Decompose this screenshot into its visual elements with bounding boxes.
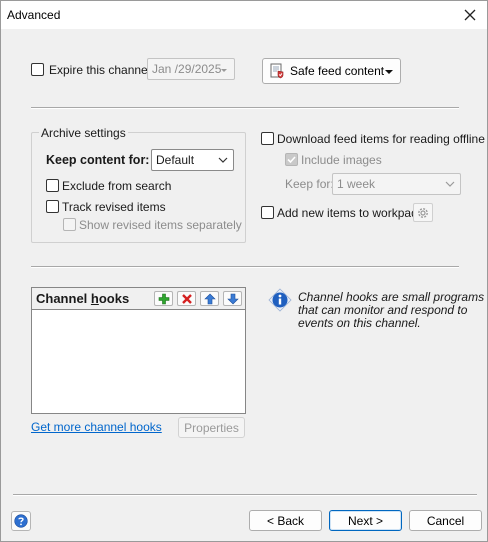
move-hook-down-button[interactable] xyxy=(223,291,242,306)
chevron-down-icon xyxy=(218,157,228,163)
properties-label: Properties xyxy=(184,420,239,435)
channel-hooks-title: Channel hooks xyxy=(36,291,130,306)
next-label: Next > xyxy=(347,513,383,528)
keep-for-value: 1 week xyxy=(337,177,376,191)
arrow-down-icon xyxy=(226,293,239,304)
help-button[interactable] xyxy=(11,511,31,531)
info-text-line3: events on this channel. xyxy=(298,316,421,330)
safe-feed-label: Safe feed content xyxy=(290,64,385,78)
keep-content-value: Default xyxy=(156,153,195,167)
workpads-settings-button[interactable] xyxy=(413,203,433,222)
keep-for-select[interactable]: 1 week xyxy=(332,173,461,195)
back-button[interactable]: < Back xyxy=(249,510,322,531)
get-more-hooks-link[interactable]: Get more channel hooks xyxy=(31,420,162,434)
next-button[interactable]: Next > xyxy=(329,510,402,531)
include-images-label: Include images xyxy=(301,153,382,167)
help-icon xyxy=(14,514,28,528)
channel-hooks-panel: Channel hooks xyxy=(31,287,246,414)
add-workpads-checkbox[interactable] xyxy=(261,206,274,219)
plus-icon xyxy=(158,293,169,304)
download-offline-checkbox[interactable] xyxy=(261,132,274,145)
checkmark-icon xyxy=(287,156,296,164)
separator-top xyxy=(31,107,459,109)
archive-settings-label: Archive settings xyxy=(39,126,128,140)
keep-content-label: Keep content for: xyxy=(46,153,150,167)
keep-for-label: Keep for: xyxy=(285,177,334,191)
remove-hook-button[interactable] xyxy=(177,291,196,306)
properties-button[interactable]: Properties xyxy=(178,417,245,438)
move-hook-up-button[interactable] xyxy=(200,291,219,306)
back-label: < Back xyxy=(266,513,305,528)
safe-feed-button[interactable]: Safe feed content xyxy=(262,58,401,84)
expire-checkbox[interactable] xyxy=(31,63,44,76)
add-workpads-label: Add new items to workpads xyxy=(277,206,424,220)
cancel-button[interactable]: Cancel xyxy=(409,510,482,531)
separator-footer xyxy=(13,494,477,496)
exclude-search-label: Exclude from search xyxy=(62,179,172,193)
separator-middle xyxy=(31,266,459,268)
show-revised-label: Show revised items separately xyxy=(79,218,242,232)
expire-label: Expire this channel: xyxy=(49,63,154,77)
arrow-up-icon xyxy=(203,293,216,304)
close-button[interactable] xyxy=(457,3,483,27)
track-revised-checkbox[interactable] xyxy=(46,200,59,213)
include-images-checkbox[interactable] xyxy=(285,153,298,166)
dropdown-arrow-icon xyxy=(385,70,393,74)
channel-hooks-list[interactable] xyxy=(32,311,245,413)
info-icon xyxy=(267,287,293,313)
gear-icon xyxy=(418,207,428,218)
chevron-down-icon xyxy=(445,181,455,187)
chevron-down-icon xyxy=(221,69,227,72)
keep-content-select[interactable]: Default xyxy=(151,149,234,171)
cancel-label: Cancel xyxy=(426,513,465,528)
advanced-dialog: Advanced Expire this channel: Jan /29/20… xyxy=(0,0,488,542)
close-icon xyxy=(464,9,476,21)
delete-x-icon xyxy=(181,293,192,304)
window-title: Advanced xyxy=(7,8,61,22)
download-offline-label: Download feed items for reading offline xyxy=(277,132,485,146)
track-revised-label: Track revised items xyxy=(62,200,166,214)
shield-document-icon xyxy=(270,63,284,79)
exclude-search-checkbox[interactable] xyxy=(46,179,59,192)
expire-date-value: Jan /29/2025 xyxy=(152,62,222,76)
channel-hooks-header: Channel hooks xyxy=(32,288,245,310)
expire-date-picker[interactable]: Jan /29/2025 xyxy=(147,58,235,80)
title-bar: Advanced xyxy=(1,1,487,29)
add-hook-button[interactable] xyxy=(154,291,173,306)
show-revised-checkbox[interactable] xyxy=(63,218,76,231)
